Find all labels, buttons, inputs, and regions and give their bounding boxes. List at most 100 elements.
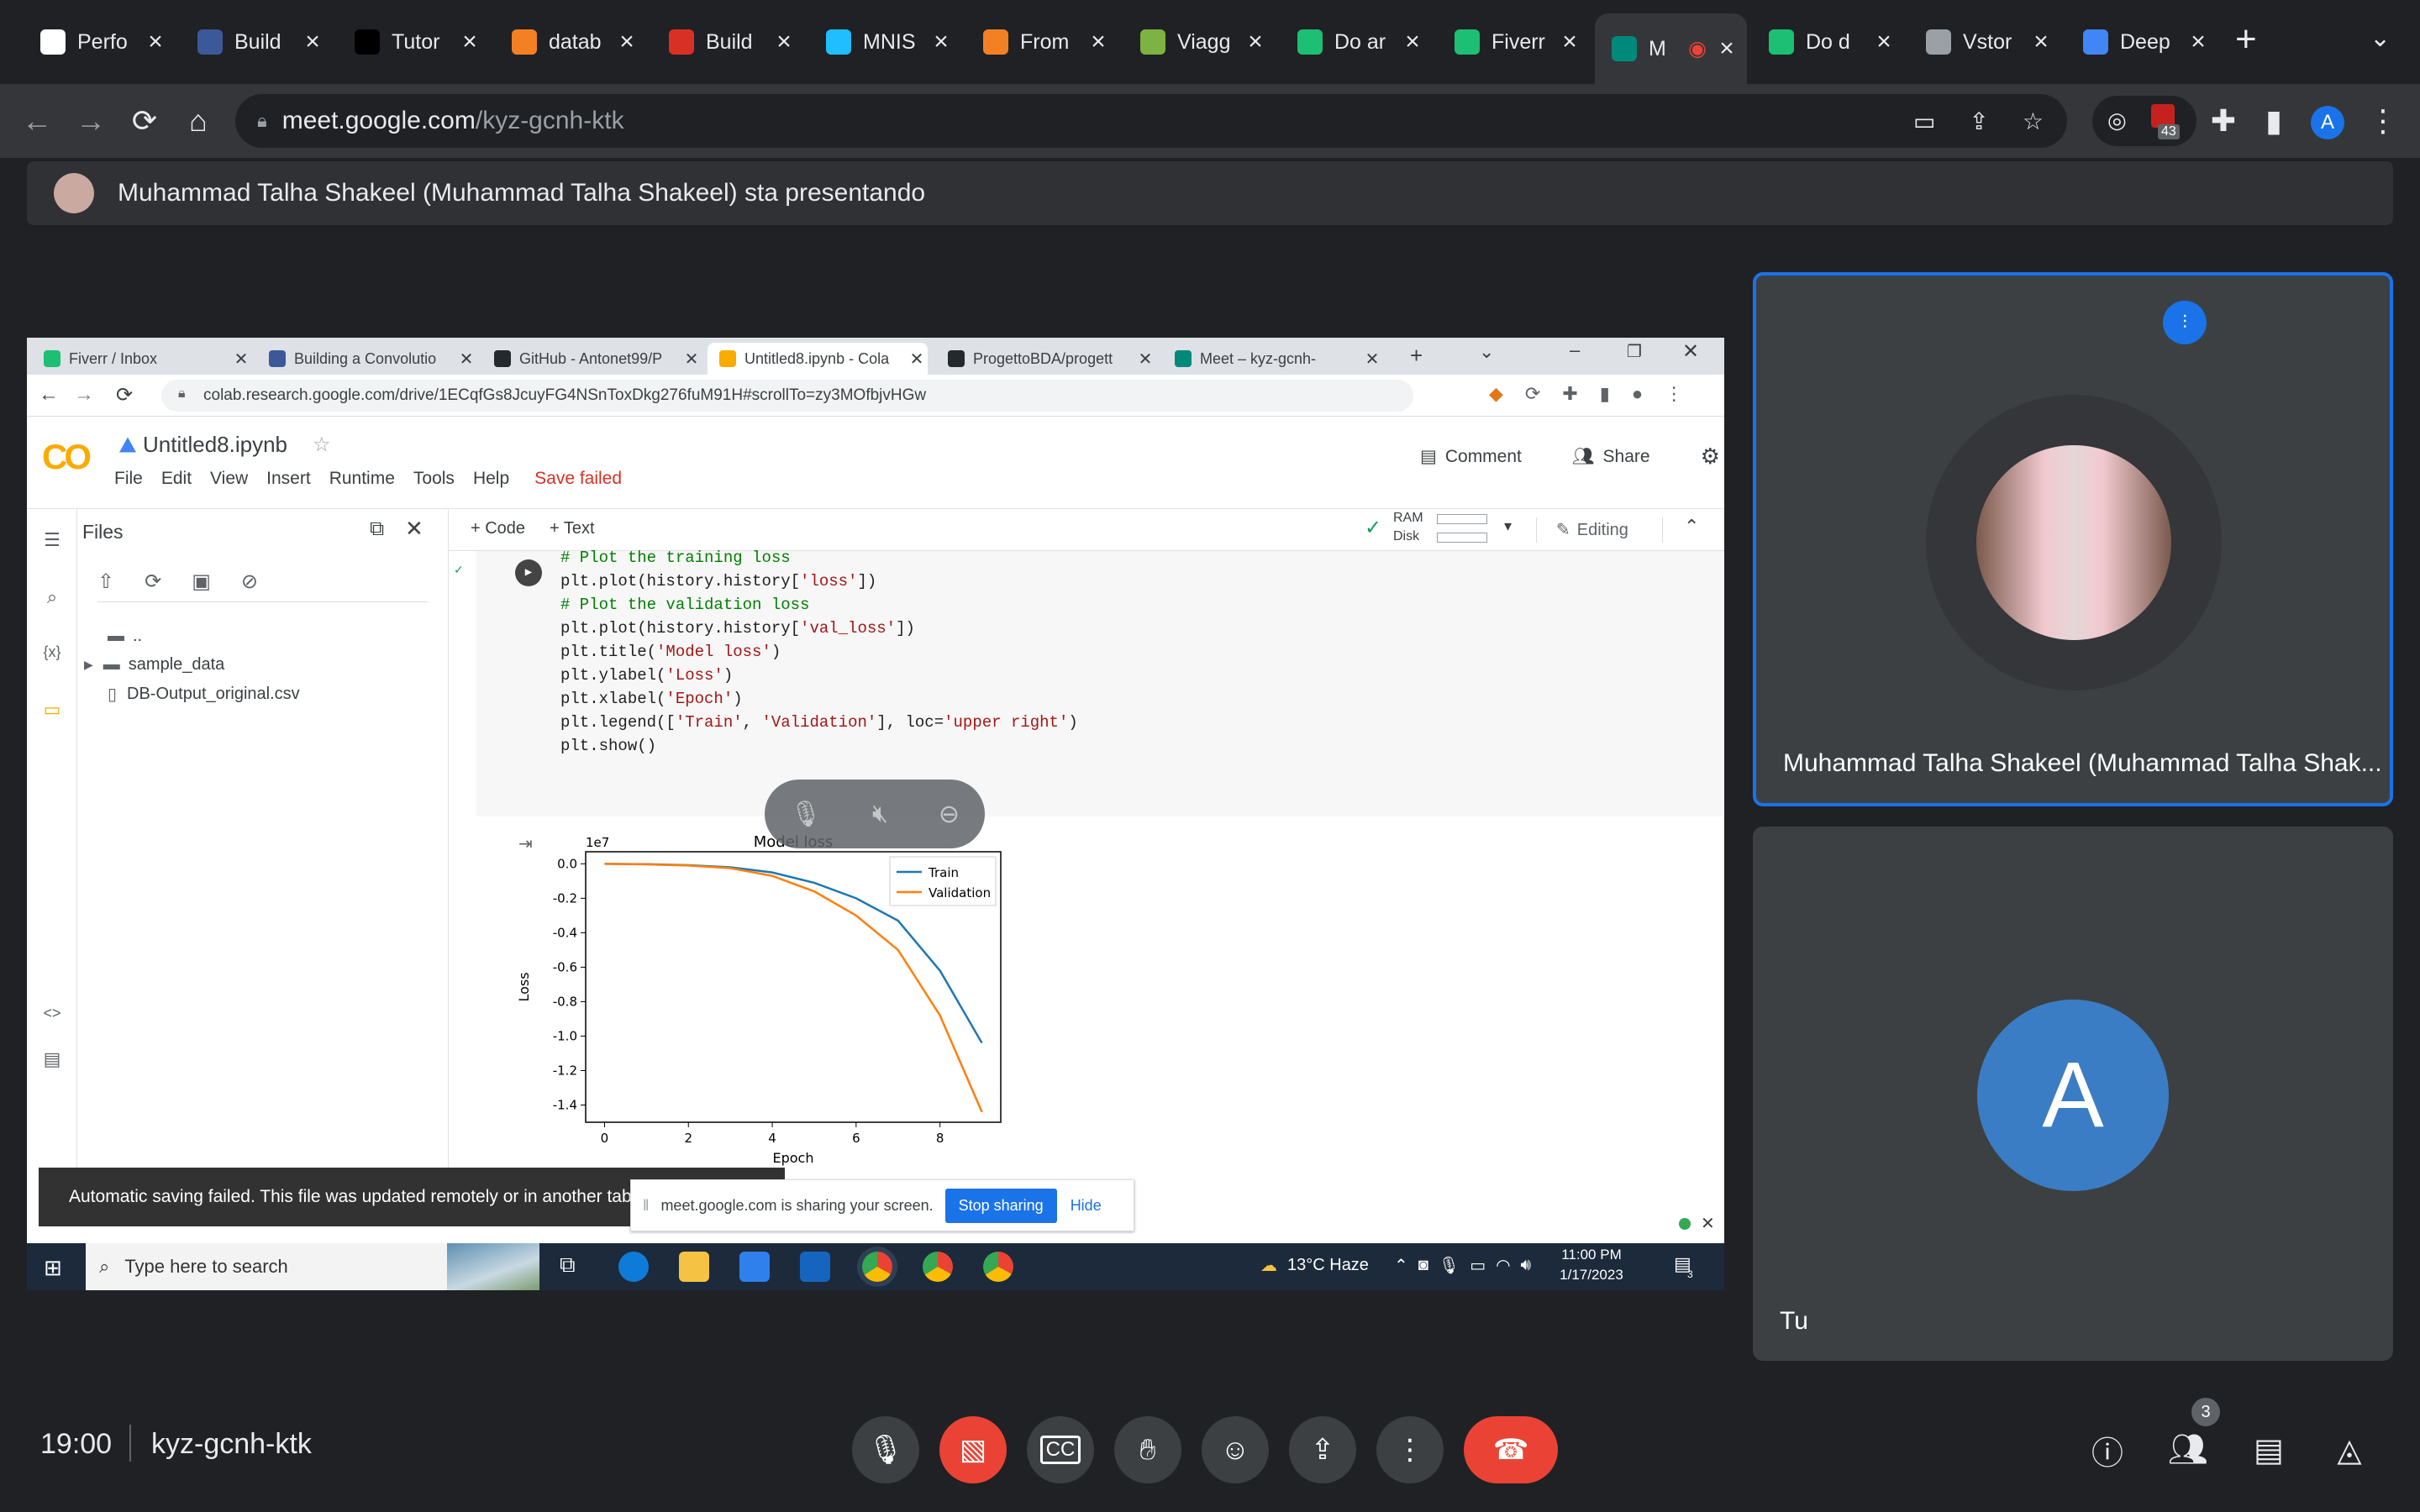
- menu-item[interactable]: Insert: [266, 469, 311, 489]
- close-tab-icon[interactable]: ×: [769, 28, 799, 56]
- task-view-icon[interactable]: ⧉: [560, 1252, 590, 1282]
- tray-meet-icon[interactable]: ◙: [1418, 1256, 1428, 1275]
- code-cell[interactable]: ▶ # Plot the training loss plt.plot(histo…: [476, 549, 1724, 816]
- shared-tab[interactable]: GitHub - Antonet99/P ✕: [482, 343, 702, 375]
- shared-puzzle-icon[interactable]: ✚: [1562, 383, 1577, 405]
- refresh-folder-icon[interactable]: ⟳: [145, 570, 161, 594]
- shared-address-bar[interactable]: 🔒︎ colab.research.google.com/drive/1ECqf…: [161, 380, 1413, 412]
- reload-icon[interactable]: ⟳: [128, 104, 161, 138]
- settings-gear-icon[interactable]: ⚙: [1701, 444, 1720, 470]
- metamask-icon[interactable]: ◆: [1489, 383, 1503, 405]
- float-speaker-off-icon[interactable]: 🔇︎: [872, 800, 888, 828]
- shared-new-tab-button[interactable]: +: [1410, 343, 1423, 369]
- file-csv[interactable]: ▯ DB-Output_original.csv: [108, 684, 300, 705]
- close-tab-icon[interactable]: ×: [2026, 28, 2056, 56]
- chrome-profile-2-icon[interactable]: [983, 1252, 1013, 1282]
- shared-tab-close-icon[interactable]: ✕: [1134, 349, 1156, 370]
- float-mic-off-icon[interactable]: 🎙︎: [790, 800, 822, 829]
- browser-tab[interactable]: Build ×: [652, 18, 804, 66]
- menu-item[interactable]: View: [210, 469, 248, 489]
- search-icon[interactable]: ⌕: [39, 586, 66, 608]
- new-tab-button[interactable]: +: [2235, 18, 2257, 60]
- close-tab-icon[interactable]: ×: [1869, 28, 1899, 56]
- close-files-icon[interactable]: ✕: [405, 516, 424, 542]
- close-status-icon[interactable]: ✕: [1701, 1213, 1715, 1234]
- open-in-tab-icon[interactable]: ⧉: [370, 517, 384, 541]
- more-options-button[interactable]: ⋮: [1376, 1416, 1444, 1483]
- camera-icon[interactable]: ▭: [1913, 108, 1935, 135]
- menu-item[interactable]: File: [114, 469, 143, 489]
- comment-button[interactable]: ▤ Comment: [1420, 446, 1522, 467]
- weather-text[interactable]: 13°C Haze: [1287, 1256, 1369, 1275]
- run-cell-icon[interactable]: ▶: [515, 559, 542, 586]
- shared-tab-close-icon[interactable]: ✕: [906, 349, 928, 370]
- mount-drive-icon[interactable]: ▣: [192, 570, 211, 594]
- command-palette-icon[interactable]: ▤: [39, 1048, 66, 1070]
- ext-glasses-icon[interactable]: ◎: [2107, 108, 2127, 134]
- share-page-icon[interactable]: ⇪: [1969, 108, 1988, 135]
- mic-button[interactable]: 🎙︎: [852, 1416, 919, 1483]
- sidepanel-icon[interactable]: ▮: [2257, 104, 2291, 138]
- restore-icon[interactable]: ❐: [1627, 341, 1642, 362]
- close-tab-icon[interactable]: ×: [455, 28, 485, 56]
- shared-tab[interactable]: ProgettoBDA/progett ✕: [936, 343, 1156, 375]
- editing-button[interactable]: ✎ Editing: [1556, 519, 1628, 540]
- tray-mic-icon[interactable]: 🎙︎: [1439, 1255, 1460, 1276]
- address-bar[interactable]: 🔒︎ meet.google.com/kyz-gcnh-ktk ▭ ⇪ ☆: [235, 94, 2067, 148]
- add-code-button[interactable]: + Code: [471, 519, 525, 538]
- float-minimize-icon[interactable]: ⊖: [939, 800, 960, 829]
- browser-tab[interactable]: From ×: [966, 18, 1118, 66]
- shared-back-icon[interactable]: ←: [39, 383, 59, 407]
- windows-start-icon[interactable]: ⊞: [44, 1255, 62, 1281]
- sync-icon[interactable]: ⟳: [1525, 383, 1540, 405]
- close-tab-icon[interactable]: ×: [1240, 28, 1270, 56]
- profile-avatar[interactable]: A: [2311, 106, 2344, 139]
- mail-icon[interactable]: [800, 1252, 830, 1282]
- battery-icon[interactable]: ▭: [1470, 1255, 1486, 1276]
- close-tab-icon[interactable]: ×: [2183, 28, 2213, 56]
- close-tab-icon[interactable]: ×: [297, 28, 328, 56]
- browser-tab[interactable]: Fiverr ×: [1438, 18, 1590, 66]
- save-failed-link[interactable]: Save failed: [534, 469, 622, 489]
- store-icon[interactable]: [739, 1252, 770, 1282]
- shared-tab[interactable]: Building a Convolutio ✕: [257, 343, 477, 375]
- home-icon[interactable]: ⌂: [182, 104, 215, 138]
- resources-dropdown-icon[interactable]: ▾: [1504, 517, 1512, 535]
- chat-icon[interactable]: ▤: [2244, 1425, 2294, 1475]
- upload-icon[interactable]: ⇧: [97, 570, 114, 594]
- folder-icon[interactable]: ▭: [39, 699, 66, 721]
- tab-search-icon[interactable]: ⌄: [1479, 341, 1494, 363]
- taskbar-search[interactable]: ⌕ Type here to search: [86, 1243, 539, 1290]
- hide-files-icon[interactable]: ⊘: [241, 570, 258, 594]
- volume-icon[interactable]: 🔊︎: [1521, 1256, 1532, 1275]
- close-tab-icon[interactable]: ×: [1712, 34, 1742, 63]
- close-tab-icon[interactable]: ×: [612, 28, 642, 56]
- browser-tab[interactable]: MNIS ×: [809, 18, 961, 66]
- add-text-button[interactable]: + Text: [550, 519, 595, 538]
- present-button[interactable]: ⇪: [1289, 1416, 1356, 1483]
- collapse-header-icon[interactable]: ⌃: [1684, 516, 1699, 538]
- menu-item[interactable]: Edit: [161, 469, 192, 489]
- explorer-icon[interactable]: [679, 1252, 709, 1282]
- window-close-icon[interactable]: ✕: [1682, 339, 1699, 364]
- leave-call-button[interactable]: ☎: [1464, 1416, 1558, 1483]
- shared-tab[interactable]: Fiverr / Inbox ✕: [32, 343, 252, 375]
- browser-tab[interactable]: Vstor ×: [1909, 18, 2061, 66]
- code-editor[interactable]: # Plot the training loss plt.plot(history…: [560, 546, 1078, 758]
- browser-tab[interactable]: Build ×: [181, 18, 333, 66]
- code-snippets-icon[interactable]: <>: [39, 1005, 66, 1022]
- menu-item[interactable]: Tools: [413, 469, 455, 489]
- browser-menu-icon[interactable]: ⋮: [2366, 104, 2400, 138]
- toc-icon[interactable]: ☰: [39, 529, 66, 551]
- forward-icon[interactable]: →: [74, 104, 108, 138]
- browser-tab[interactable]: Perfo ×: [24, 18, 176, 66]
- browser-tab[interactable]: Do d ×: [1752, 18, 1904, 66]
- edge-icon[interactable]: [618, 1252, 649, 1282]
- shared-tab-close-icon[interactable]: ✕: [681, 349, 702, 370]
- file-parent[interactable]: ▬..: [108, 627, 142, 646]
- browser-tab[interactable]: M ◉ ×: [1595, 13, 1747, 84]
- meeting-info-icon[interactable]: ⓘ: [2082, 1425, 2133, 1475]
- shared-tab[interactable]: Untitled8.ipynb - Cola ✕: [708, 343, 928, 375]
- browser-tab[interactable]: Viagg ×: [1123, 18, 1276, 66]
- menu-item[interactable]: Help: [473, 469, 509, 489]
